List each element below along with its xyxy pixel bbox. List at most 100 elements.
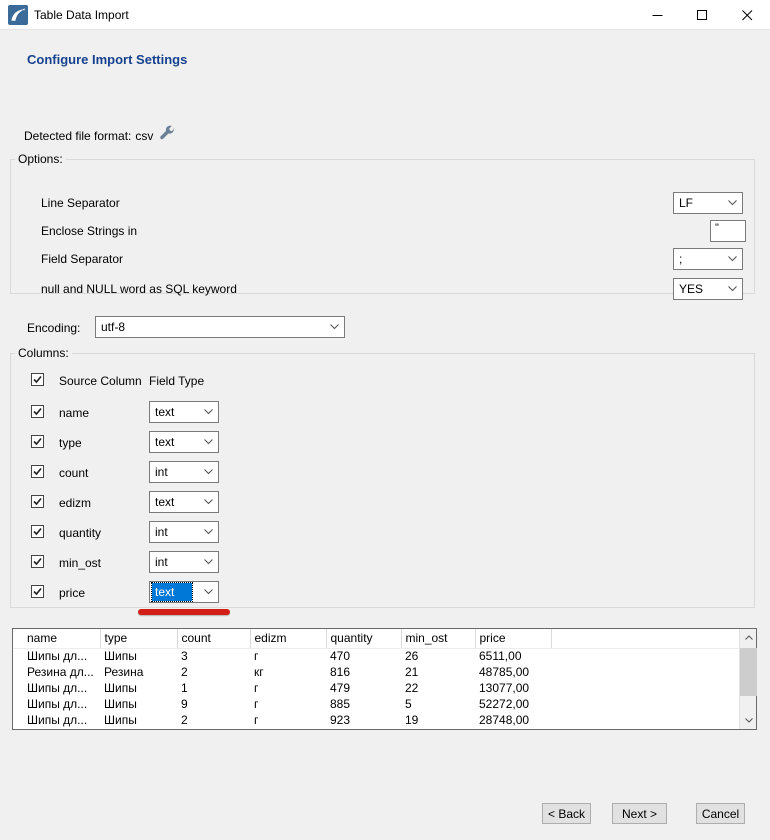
- preview-cell: г: [250, 648, 326, 664]
- preview-cell: 470: [326, 648, 401, 664]
- preview-data-row[interactable]: Шипы дл... Шипы 1 г 479 22 13077,00: [13, 680, 739, 696]
- close-button[interactable]: [725, 0, 770, 30]
- preview-cell: Шипы дл...: [13, 696, 100, 712]
- field-type-select-type[interactable]: text: [149, 431, 219, 453]
- column-checkbox-quantity[interactable]: [31, 525, 44, 538]
- scroll-down-icon[interactable]: [740, 712, 757, 729]
- preview-data-row[interactable]: Шипы дл... Шипы 9 г 885 5 52272,00: [13, 696, 739, 712]
- detected-format-value: csv: [135, 129, 153, 143]
- field-type-select-price[interactable]: text: [149, 581, 219, 603]
- preview-header-cell[interactable]: edizm: [250, 629, 326, 648]
- line-separator-label: Line Separator: [41, 196, 120, 210]
- preview-header-cell[interactable]: price: [475, 629, 551, 648]
- column-name-label: type: [59, 436, 82, 450]
- field-type-value: text: [150, 495, 204, 509]
- preview-cell: 28748,00: [475, 712, 551, 728]
- preview-header-row: name type count edizm quantity min_ost p…: [13, 629, 739, 648]
- options-group: Options: Line Separator LF Enclose Strin…: [10, 152, 755, 294]
- column-checkbox-name[interactable]: [31, 405, 44, 418]
- select-all-columns-checkbox[interactable]: [31, 373, 44, 386]
- preview-data-row[interactable]: Резина дл... Резина 2 кг 816 21 48785,00: [13, 664, 739, 680]
- chevron-down-icon: [204, 529, 213, 535]
- field-type-select-quantity[interactable]: int: [149, 521, 219, 543]
- enclose-strings-input[interactable]: ": [710, 220, 746, 242]
- preview-data-row[interactable]: Шипы дл... Шипы 3 г 470 26 6511,00: [13, 648, 739, 664]
- field-type-value: text: [150, 405, 204, 419]
- red-annotation-underline: [138, 609, 230, 615]
- preview-cell: 5: [401, 696, 475, 712]
- column-name-label: count: [59, 466, 88, 480]
- mysql-workbench-icon: [8, 5, 28, 25]
- chevron-down-icon: [204, 439, 213, 445]
- encoding-label: Encoding:: [27, 321, 80, 335]
- minimize-button[interactable]: [635, 0, 680, 30]
- null-keyword-select[interactable]: YES: [673, 278, 743, 300]
- preview-cell: 2: [177, 712, 250, 728]
- field-type-select-edizm[interactable]: text: [149, 491, 219, 513]
- column-checkbox-edizm[interactable]: [31, 495, 44, 508]
- preview-cell: кг: [250, 664, 326, 680]
- maximize-button[interactable]: [680, 0, 725, 30]
- preview-header-cell[interactable]: name: [13, 629, 100, 648]
- wrench-icon[interactable]: [158, 124, 176, 145]
- preview-data-row[interactable]: Шипы дл... Шипы 2 г 923 19 28748,00: [13, 712, 739, 728]
- preview-cell: 48785,00: [475, 664, 551, 680]
- column-checkbox-price[interactable]: [31, 585, 44, 598]
- chevron-down-icon: [728, 256, 737, 262]
- chevron-down-icon: [204, 409, 213, 415]
- line-separator-value: LF: [674, 196, 728, 210]
- chevron-down-icon: [204, 589, 213, 595]
- preview-cell: Шипы дл...: [13, 680, 100, 696]
- detected-format-label: Detected file format:: [24, 129, 131, 143]
- preview-scrollbar[interactable]: [739, 629, 756, 729]
- column-checkbox-type[interactable]: [31, 435, 44, 448]
- detected-file-format: Detected file format: csv: [24, 129, 153, 143]
- field-type-select-name[interactable]: text: [149, 401, 219, 423]
- preview-cell: 21: [401, 664, 475, 680]
- preview-header-cell[interactable]: count: [177, 629, 250, 648]
- column-checkbox-count[interactable]: [31, 465, 44, 478]
- next-button[interactable]: Next >: [612, 803, 667, 824]
- null-keyword-label: null and NULL word as SQL keyword: [41, 282, 237, 296]
- field-type-value: int: [150, 465, 204, 479]
- field-separator-label: Field Separator: [41, 252, 123, 266]
- chevron-down-icon: [204, 469, 213, 475]
- preview-cell: г: [250, 680, 326, 696]
- preview-cell: Шипы: [100, 712, 177, 728]
- encoding-select[interactable]: utf-8: [95, 316, 345, 338]
- field-type-value: text: [150, 435, 204, 449]
- preview-cell: 816: [326, 664, 401, 680]
- preview-header-cell[interactable]: quantity: [326, 629, 401, 648]
- line-separator-select[interactable]: LF: [673, 192, 743, 214]
- column-checkbox-min-ost[interactable]: [31, 555, 44, 568]
- preview-cell: г: [250, 696, 326, 712]
- preview-header-cell[interactable]: min_ost: [401, 629, 475, 648]
- chevron-down-icon: [204, 559, 213, 565]
- cancel-button[interactable]: Cancel: [696, 803, 745, 824]
- preview-cell: 3: [177, 648, 250, 664]
- field-type-value: int: [150, 525, 204, 539]
- field-type-select-count[interactable]: int: [149, 461, 219, 483]
- window-controls: [635, 0, 770, 30]
- title-bar: Table Data Import: [0, 0, 770, 30]
- field-separator-select[interactable]: ;: [673, 248, 743, 270]
- field-type-value: int: [150, 555, 204, 569]
- scroll-up-icon[interactable]: [740, 629, 757, 646]
- preview-header-cell[interactable]: type: [100, 629, 177, 648]
- columns-legend: Columns:: [15, 346, 72, 360]
- window-title: Table Data Import: [34, 0, 129, 30]
- scrollbar-thumb[interactable]: [740, 648, 757, 696]
- preview-cell: 52272,00: [475, 696, 551, 712]
- column-name-label: min_ost: [59, 556, 101, 570]
- preview-cell: 13077,00: [475, 680, 551, 696]
- preview-cell: 6511,00: [475, 648, 551, 664]
- preview-header-filler: [551, 629, 739, 648]
- options-legend: Options:: [15, 152, 66, 166]
- field-type-select-min-ost[interactable]: int: [149, 551, 219, 573]
- back-button[interactable]: < Back: [542, 803, 591, 824]
- table-data-import-dialog: Table Data Import Configure Import Setti…: [0, 0, 770, 840]
- field-type-value-selected: text: [152, 583, 192, 601]
- preview-cell: 885: [326, 696, 401, 712]
- column-name-label: edizm: [59, 496, 91, 510]
- preview-grid[interactable]: name type count edizm quantity min_ost p…: [13, 629, 739, 728]
